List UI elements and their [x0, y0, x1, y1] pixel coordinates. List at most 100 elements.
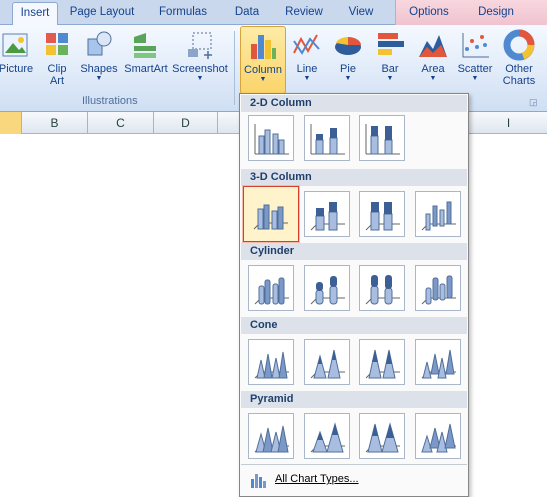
- picture-button[interactable]: Picture: [0, 29, 36, 95]
- 3d-cylinder-icon: [421, 275, 456, 305]
- clip-art-label-2: Art: [49, 75, 65, 87]
- clip-art-label-1: Clip: [47, 63, 67, 75]
- stacked-cylinder-icon: [310, 276, 345, 305]
- 3d-pyramid-icon: [421, 423, 456, 453]
- column-header-c[interactable]: C: [88, 112, 154, 134]
- clip-art-button[interactable]: Clip Art: [40, 29, 74, 95]
- 100-stacked-pyramid-icon: [365, 422, 400, 453]
- shapes-button[interactable]: Shapes ▼: [78, 29, 120, 95]
- scatter-chart-button[interactable]: Scatter ▼: [454, 29, 496, 95]
- shapes-label: Shapes: [80, 63, 118, 75]
- line-chart-icon: [293, 34, 320, 55]
- column-header-e[interactable]: [218, 112, 240, 134]
- screenshot-icon: [188, 32, 212, 59]
- 3d-100-stacked-column-thumb[interactable]: [359, 191, 405, 237]
- 3d-column-icon: [421, 201, 456, 231]
- bar-chart-icon: [378, 33, 404, 55]
- clustered-cone-icon: [254, 351, 289, 379]
- pie-label: Pie: [340, 63, 356, 75]
- column-header-i[interactable]: I: [470, 112, 547, 134]
- stacked-cone-icon: [310, 349, 345, 379]
- tab-design[interactable]: Design: [468, 2, 524, 25]
- all-chart-types-label: All Chart Types...: [275, 473, 359, 485]
- bar-chart-button[interactable]: Bar ▼: [372, 29, 408, 95]
- column-header-d[interactable]: D: [154, 112, 218, 134]
- column-label: Column: [244, 64, 282, 76]
- section-3d-column: 3-D Column: [241, 169, 467, 186]
- area-chart-button[interactable]: Area ▼: [414, 29, 452, 95]
- clustered-column-thumb[interactable]: [248, 115, 294, 161]
- section-2d-column: 2-D Column: [241, 95, 467, 112]
- pie-chart-button[interactable]: Pie ▼: [330, 29, 366, 95]
- clustered-pyramid-thumb[interactable]: [248, 413, 294, 459]
- tab-formulas[interactable]: Formulas: [150, 2, 216, 25]
- area-chart-icon: [419, 35, 447, 57]
- 3d-stacked-column-thumb[interactable]: [304, 191, 350, 237]
- other-charts-button[interactable]: Other Charts: [498, 29, 540, 95]
- tab-page-layout[interactable]: Page Layout: [64, 2, 140, 25]
- 3d-100-stacked-column-icon: [365, 202, 400, 231]
- stacked-column-thumb[interactable]: [304, 115, 350, 161]
- dialog-launcher-icon[interactable]: ◲: [529, 97, 538, 108]
- 100-stacked-cylinder-icon: [365, 275, 400, 305]
- scatter-label: Scatter: [457, 63, 493, 75]
- column-chart-button[interactable]: Column ▼: [240, 26, 286, 94]
- clustered-cylinder-icon: [254, 277, 289, 305]
- screenshot-button[interactable]: Screenshot ▼: [170, 29, 230, 95]
- 100-stacked-pyramid-thumb[interactable]: [359, 413, 405, 459]
- 3d-clustered-column-thumb[interactable]: [243, 186, 299, 242]
- column-chart-gallery: 2-D Column 3-D Column Cylinder Cone Pyra…: [239, 93, 469, 497]
- shapes-dropdown-icon: ▼: [95, 75, 103, 82]
- clustered-cone-thumb[interactable]: [248, 339, 294, 385]
- smartart-button[interactable]: SmartArt: [122, 29, 170, 95]
- other-charts-label-2: Charts: [502, 75, 536, 87]
- line-dropdown-icon: ▼: [303, 75, 311, 82]
- line-label: Line: [296, 63, 318, 75]
- 3d-clustered-column-icon: [253, 204, 288, 230]
- 100-stacked-cone-thumb[interactable]: [359, 339, 405, 385]
- 100-stacked-column-icon: [365, 124, 400, 155]
- area-label: Area: [421, 63, 445, 75]
- tab-review[interactable]: Review: [278, 2, 330, 25]
- clustered-column-icon: [254, 124, 289, 155]
- doughnut-chart-icon: [503, 29, 535, 61]
- tab-options[interactable]: Options: [400, 2, 458, 25]
- 100-stacked-column-thumb[interactable]: [359, 115, 405, 161]
- picture-label: Picture: [0, 63, 34, 75]
- all-chart-types-icon: [251, 474, 266, 488]
- 3d-cylinder-thumb[interactable]: [415, 265, 461, 311]
- picture-icon: [2, 33, 28, 57]
- area-dropdown-icon: ▼: [429, 75, 437, 82]
- smartart-label: SmartArt: [124, 63, 168, 75]
- screenshot-dropdown-icon: ▼: [196, 75, 204, 82]
- illustrations-group-label: Illustrations: [82, 95, 138, 107]
- stacked-cylinder-thumb[interactable]: [304, 265, 350, 311]
- tab-insert[interactable]: Insert: [12, 2, 58, 26]
- 100-stacked-cone-icon: [365, 349, 400, 379]
- 3d-cone-icon: [421, 349, 456, 379]
- all-chart-types-item[interactable]: All Chart Types...: [241, 464, 467, 494]
- pie-dropdown-icon: ▼: [344, 75, 352, 82]
- tab-data[interactable]: Data: [226, 2, 268, 25]
- stacked-pyramid-icon: [310, 422, 345, 453]
- ribbon-tab-bar: Insert Page Layout Formulas Data Review …: [0, 0, 547, 26]
- bar-label: Bar: [381, 63, 399, 75]
- stacked-pyramid-thumb[interactable]: [304, 413, 350, 459]
- bar-dropdown-icon: ▼: [386, 75, 394, 82]
- 3d-pyramid-thumb[interactable]: [415, 413, 461, 459]
- 3d-cone-thumb[interactable]: [415, 339, 461, 385]
- column-header-a[interactable]: [0, 112, 22, 134]
- screenshot-label: Screenshot: [172, 63, 228, 75]
- other-charts-label-1: Other: [505, 63, 533, 75]
- 100-stacked-cylinder-thumb[interactable]: [359, 265, 405, 311]
- scatter-dropdown-icon: ▼: [471, 75, 479, 82]
- 3d-column-thumb[interactable]: [415, 191, 461, 237]
- column-header-b[interactable]: B: [22, 112, 88, 134]
- stacked-column-icon: [310, 124, 345, 155]
- section-cone: Cone: [241, 317, 467, 334]
- group-separator: [234, 31, 235, 105]
- tab-view[interactable]: View: [340, 2, 382, 25]
- line-chart-button[interactable]: Line ▼: [290, 29, 324, 95]
- clustered-cylinder-thumb[interactable]: [248, 265, 294, 311]
- stacked-cone-thumb[interactable]: [304, 339, 350, 385]
